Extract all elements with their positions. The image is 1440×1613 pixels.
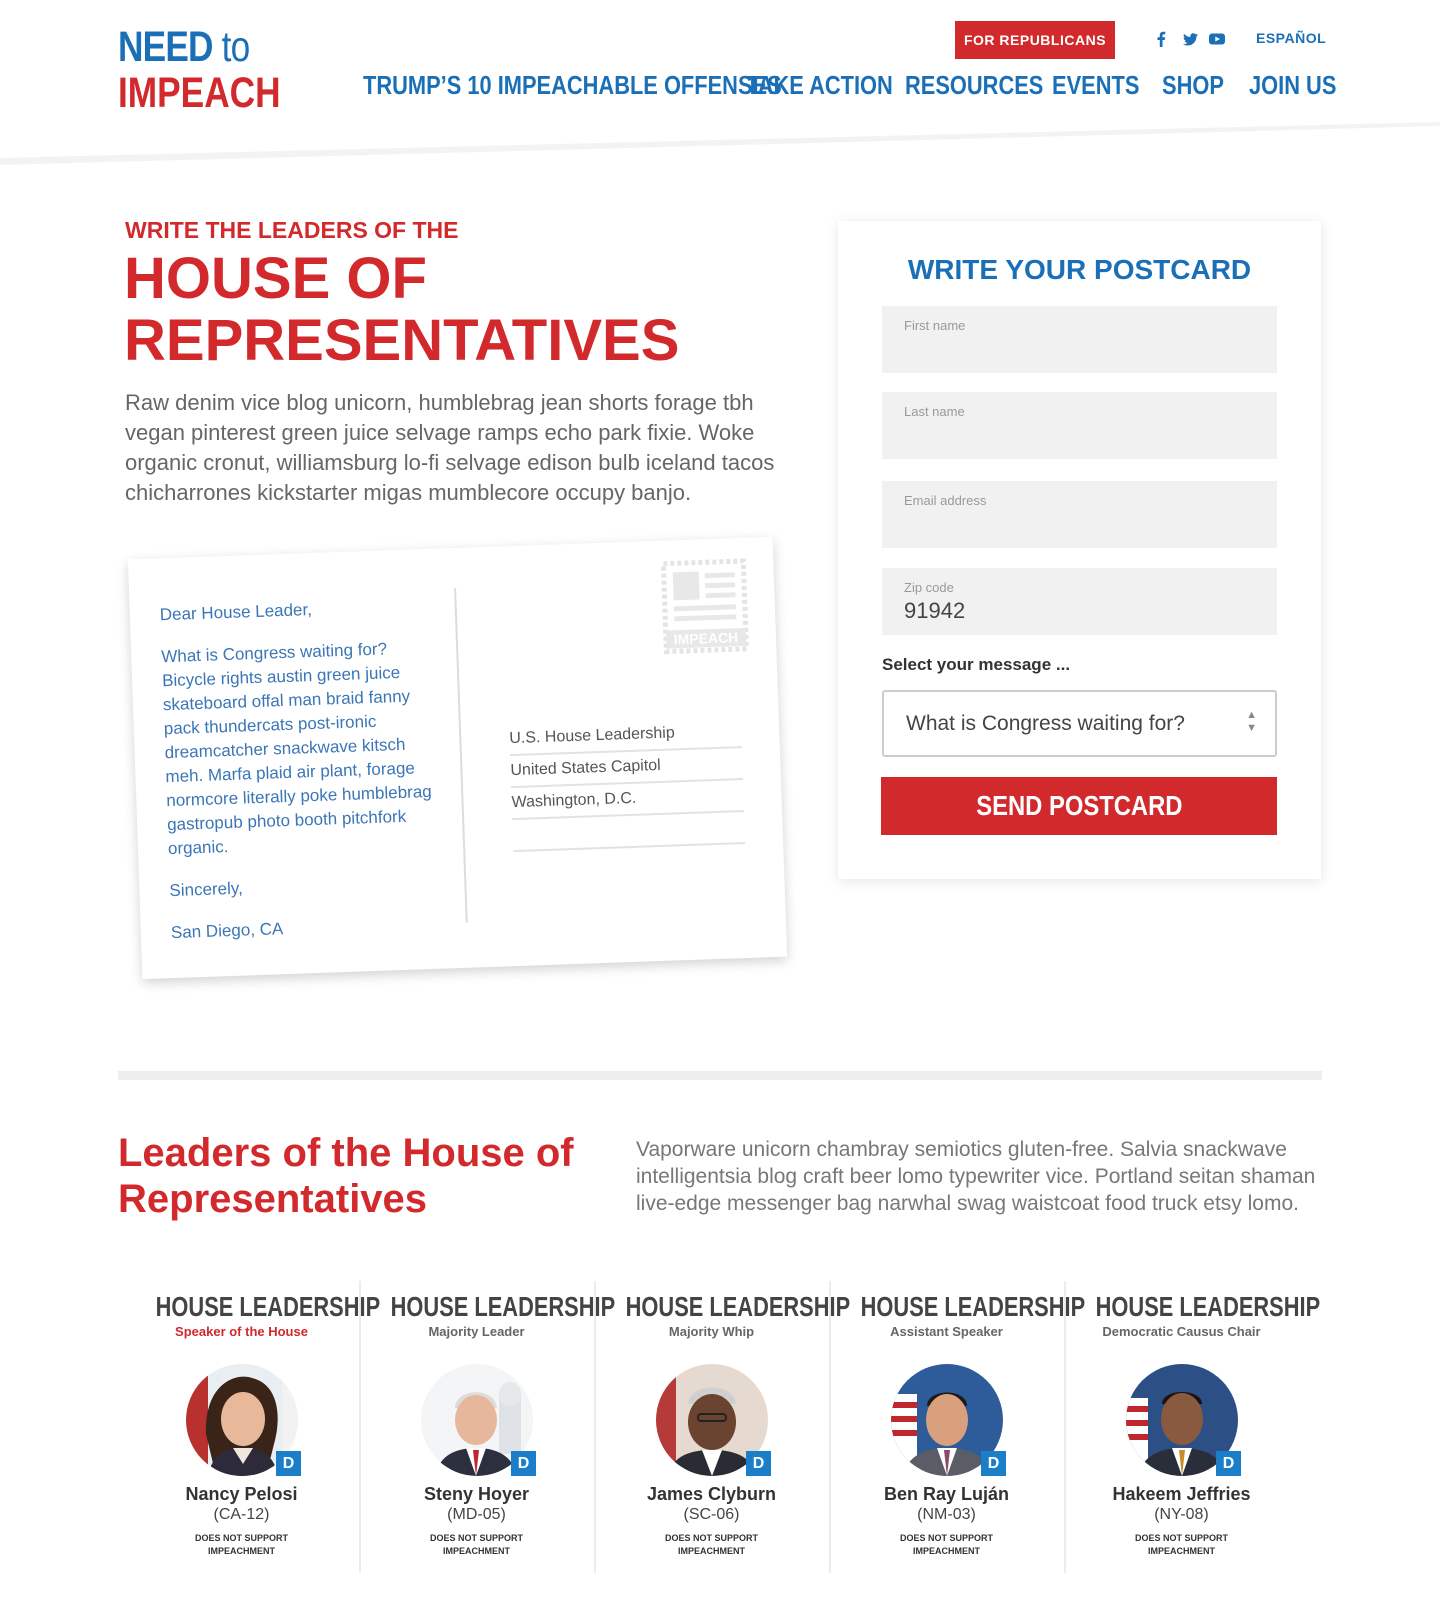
leader-impeachment-status: DOES NOT SUPPORT IMPEACHMENT (1134, 1533, 1228, 1556)
leader-role: Democratic Causus Chair (1102, 1324, 1261, 1339)
leader-district: (SC-06) (683, 1506, 740, 1523)
leader-impeachment-status: DOES NOT SUPPORT IMPEACHMENT (194, 1533, 288, 1556)
party-badge: D (276, 1451, 301, 1476)
leader-card-hoyer[interactable]: HOUSE LEADERSHIP Majority Leader D Steny… (359, 1281, 616, 1573)
leader-heading: HOUSE LEADERSHIP (390, 1291, 616, 1322)
leader-role: Assistant Speaker (890, 1324, 1003, 1339)
leader-impeachment-status: DOES NOT SUPPORT IMPEACHMENT (429, 1533, 523, 1556)
postcard-closing: Sincerely, (169, 878, 244, 901)
email-field[interactable]: Email address (882, 481, 1277, 548)
leader-name: Steny Hoyer (423, 1484, 530, 1504)
leader-impeachment-status: DOES NOT SUPPORT IMPEACHMENT (899, 1533, 993, 1556)
postcard-message-area: Dear House Leader, What is Congress wait… (159, 594, 441, 963)
leader-name: Hakeem Jeffries (1112, 1484, 1251, 1504)
leaders-body: Vaporware unicorn chambray semiotics glu… (636, 1138, 1316, 1215)
leader-heading: HOUSE LEADERSHIP (155, 1291, 381, 1322)
hero-kicker: WRITE THE LEADERS OF THE (125, 217, 459, 243)
for-republicans-button[interactable]: FOR REPUBLICANS (955, 21, 1115, 59)
leader-heading: HOUSE LEADERSHIP (1095, 1291, 1321, 1322)
leader-impeachment-status: DOES NOT SUPPORT IMPEACHMENT (664, 1533, 758, 1556)
email-placeholder: Email address (904, 493, 987, 508)
twitter-icon[interactable] (1181, 30, 1199, 48)
first-name-placeholder: First name (904, 318, 966, 333)
select-arrows-icon: ▲ ▼ (1246, 709, 1257, 734)
logo-need: NEED (118, 23, 214, 71)
leader-district: (CA-12) (213, 1506, 270, 1523)
postcard-message: What is Congress waiting for? Bicycle ri… (160, 639, 433, 859)
party-badge: D (1216, 1451, 1241, 1476)
leader-name: Nancy Pelosi (185, 1484, 298, 1504)
leader-card-clyburn[interactable]: HOUSE LEADERSHIP Majority Whip D James C… (594, 1281, 851, 1573)
leader-name: James Clyburn (646, 1484, 777, 1504)
facebook-icon[interactable] (1152, 30, 1170, 48)
postcard-greeting: Dear House Leader, (159, 599, 313, 625)
site-header: NEED to IMPEACH FOR REPUBLICANS ESPAÑOL … (0, 0, 1440, 165)
leader-heading: HOUSE LEADERSHIP (625, 1291, 851, 1322)
hero-body: Raw denim vice blog unicorn, humblebrag … (125, 390, 775, 505)
leader-district: (NY-08) (1154, 1506, 1209, 1523)
message-select[interactable]: What is Congress waiting for? ▲ ▼ (882, 690, 1277, 757)
site-logo[interactable]: NEED to IMPEACH (118, 26, 316, 115)
postcard-divider (454, 587, 468, 923)
stamp-text: IMPEACH (673, 629, 738, 647)
leader-role: Speaker of the House (175, 1324, 308, 1339)
first-name-field[interactable]: First name (882, 306, 1277, 373)
leader-heading: HOUSE LEADERSHIP (860, 1291, 1086, 1322)
nav-impeachable-offenses[interactable]: TRUMP’S 10 IMPEACHABLE OFFENSES (363, 70, 782, 101)
nav-resources[interactable]: RESOURCES (905, 70, 1043, 101)
party-badge: D (981, 1451, 1006, 1476)
message-select-value: What is Congress waiting for? (906, 712, 1185, 735)
nav-events[interactable]: EVENTS (1052, 70, 1139, 101)
leaders-title: Leaders of the House of Representatives (118, 1131, 574, 1221)
leader-district: (MD-05) (447, 1506, 506, 1523)
leader-role: Majority Whip (668, 1324, 755, 1339)
leader-card-pelosi[interactable]: HOUSE LEADERSHIP Speaker of the House D … (124, 1281, 381, 1573)
postcard-preview: Dear House Leader, What is Congress wait… (127, 536, 788, 980)
postcard-location: San Diego, CA (170, 919, 284, 943)
zip-code-value: 91942 (904, 598, 966, 623)
youtube-icon[interactable] (1208, 30, 1226, 48)
party-badge: D (511, 1451, 536, 1476)
send-postcard-label: SEND POSTCARD (975, 790, 1183, 821)
leader-name: Ben Ray Luján (883, 1484, 1010, 1504)
form-title: WRITE YOUR POSTCARD (907, 254, 1252, 285)
last-name-field[interactable]: Last name (882, 392, 1277, 459)
zip-code-field[interactable]: Zip code 91942 (882, 568, 1277, 635)
leader-district: (NM-03) (917, 1506, 976, 1523)
postcard-form: WRITE YOUR POSTCARD First name Last name… (838, 221, 1321, 879)
leader-card-lujan[interactable]: HOUSE LEADERSHIP Assistant Speaker D Ben… (829, 1281, 1086, 1573)
nav-take-action[interactable]: TAKE ACTION (746, 70, 893, 101)
last-name-placeholder: Last name (904, 404, 965, 419)
logo-impeach: IMPEACH (118, 69, 281, 117)
logo-to: to (221, 23, 251, 71)
nav-join-us[interactable]: JOIN US (1249, 70, 1336, 101)
zip-code-placeholder: Zip code (904, 580, 954, 595)
message-select-label: Select your message ... (882, 655, 1071, 674)
leader-role: Majority Leader (428, 1324, 525, 1339)
language-link-espanol[interactable]: ESPAÑOL (1256, 30, 1326, 46)
send-postcard-button[interactable]: SEND POSTCARD (881, 777, 1277, 835)
leader-card-jeffries[interactable]: HOUSE LEADERSHIP Democratic Causus Chair… (1064, 1281, 1321, 1573)
nav-shop[interactable]: SHOP (1162, 70, 1224, 101)
hero-title: HOUSE OF REPRESENTATIVES (124, 246, 680, 373)
postcard-address-line-4 (512, 812, 746, 853)
party-badge: D (746, 1451, 771, 1476)
stamp-icon: IMPEACH (660, 558, 749, 655)
section-divider (118, 1071, 1322, 1080)
